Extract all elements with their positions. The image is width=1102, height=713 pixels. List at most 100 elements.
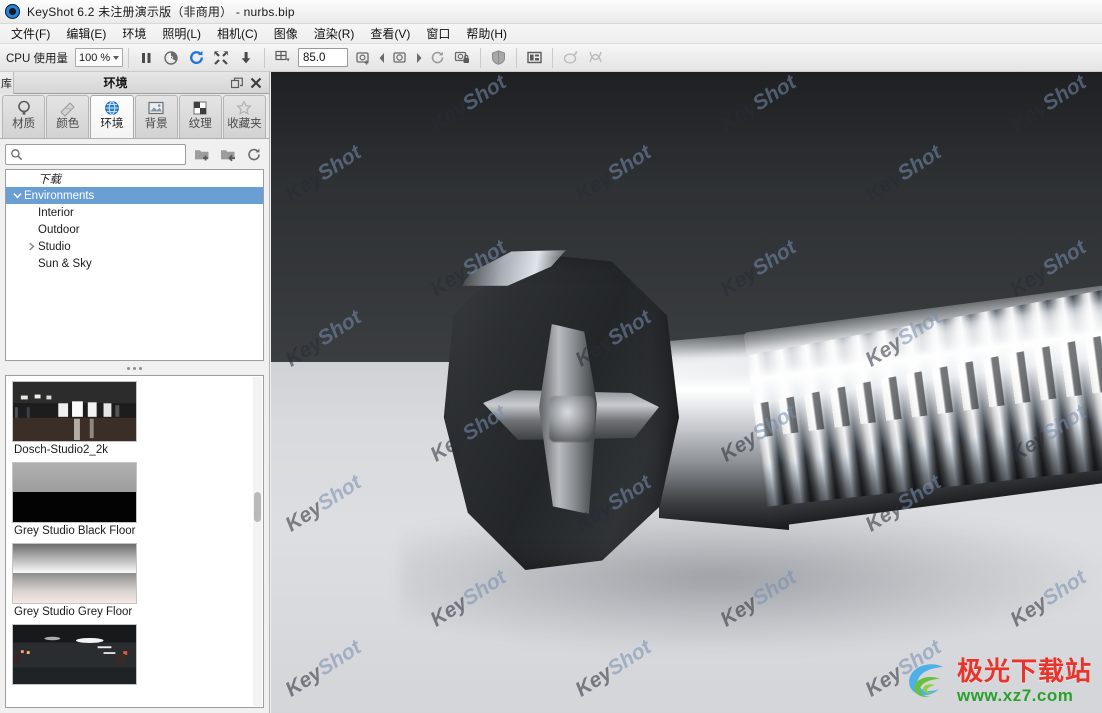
- title-bar: KeyShot 6.2 未注册演示版（非商用） - nurbs.bip: [0, 0, 1102, 24]
- phillips-recess: [483, 324, 659, 514]
- tree-item-studio[interactable]: Studio: [6, 238, 263, 255]
- image-icon: [148, 101, 164, 115]
- menu-file[interactable]: 文件(F): [3, 24, 58, 43]
- tab-background[interactable]: 背景: [134, 95, 178, 138]
- grid-icon[interactable]: [270, 46, 295, 70]
- tree-item-download[interactable]: 下载: [6, 170, 263, 187]
- camera-reset-icon[interactable]: [425, 46, 450, 70]
- tree-item-label: Sun & Sky: [38, 257, 92, 270]
- splitter-dot: [127, 366, 130, 370]
- tree-item-environments[interactable]: Environments: [6, 187, 263, 204]
- splitter-dot: [133, 366, 136, 370]
- library-search-row: [0, 139, 269, 169]
- menu-help[interactable]: 帮助(H): [458, 24, 515, 43]
- list-item[interactable]: Dosch-Studio2_2k: [12, 381, 263, 459]
- toolbar-separator: [551, 47, 553, 68]
- tree-item-sun-sky[interactable]: Sun & Sky: [6, 255, 263, 272]
- splitter-dot: [139, 366, 142, 370]
- tree-item-label: Environments: [24, 189, 95, 202]
- tab-background-label: 背景: [144, 118, 168, 130]
- color-swatch-icon: [60, 102, 75, 117]
- paint-icon[interactable]: [558, 46, 583, 70]
- library-tabs: 材质 颜色 环境 背景 纹理 收藏夹: [0, 94, 269, 139]
- list-item[interactable]: [12, 624, 263, 690]
- thumbnail-scrollbar[interactable]: [253, 377, 262, 706]
- toolbar-separator: [515, 47, 517, 68]
- toolbar-separator: [127, 47, 129, 68]
- scrollbar-thumb[interactable]: [254, 492, 261, 522]
- tab-color[interactable]: 颜色: [46, 95, 90, 138]
- window-title: KeyShot 6.2 未注册演示版（非商用） - nurbs.bip: [27, 5, 295, 19]
- import-icon[interactable]: [234, 46, 259, 70]
- menu-window[interactable]: 窗口: [418, 24, 458, 43]
- keyshot-window: KeyShot 6.2 未注册演示版（非商用） - nurbs.bip 文件(F…: [0, 0, 1102, 713]
- camera-current-icon[interactable]: [388, 46, 413, 70]
- toolbar-separator: [263, 47, 265, 68]
- menu-camera[interactable]: 相机(C): [209, 24, 266, 43]
- menu-image[interactable]: 图像: [266, 24, 306, 43]
- refresh-render-icon[interactable]: [184, 46, 209, 70]
- camera-lock-icon[interactable]: [450, 46, 475, 70]
- list-item-label: Grey Studio Black Floor: [14, 525, 136, 537]
- panel-splitter[interactable]: [0, 361, 269, 375]
- material-sphere-icon: [17, 100, 30, 115]
- cpu-usage-dropdown[interactable]: 100 %: [74, 48, 123, 67]
- globe-icon: [105, 101, 119, 115]
- site-watermark: 极光下载站 www.xz7.com: [902, 657, 1092, 705]
- camera-prev-icon[interactable]: [376, 46, 388, 70]
- tab-environment-label: 环境: [100, 118, 124, 130]
- refresh-library-icon[interactable]: [244, 144, 264, 164]
- camera-add-icon[interactable]: [351, 46, 376, 70]
- menu-render[interactable]: 渲染(R): [306, 24, 363, 43]
- tree-item-interior[interactable]: Interior: [6, 204, 263, 221]
- library-tree[interactable]: 下载 Environments Interior Outdoor Studio …: [5, 169, 264, 361]
- library-side-tab[interactable]: 库: [0, 72, 14, 94]
- checker-icon: [193, 101, 207, 115]
- pause-render-icon[interactable]: [134, 46, 159, 70]
- panel-layout-icon[interactable]: [522, 46, 547, 70]
- list-item-label: [12, 685, 263, 690]
- tree-item-label: Studio: [38, 240, 71, 253]
- tab-color-label: 颜色: [56, 118, 80, 130]
- undock-icon[interactable]: [231, 77, 244, 89]
- chevron-down-icon[interactable]: [10, 191, 24, 200]
- list-item-label: Grey Studio Grey Floor: [14, 606, 133, 618]
- svg-text:P: P: [169, 56, 174, 63]
- tab-material-label: 材质: [12, 118, 36, 130]
- add-folder-icon[interactable]: [192, 144, 212, 164]
- nurbs-icon[interactable]: [583, 46, 608, 70]
- search-input[interactable]: [26, 148, 185, 160]
- camera-distance-field[interactable]: 85.0: [297, 48, 348, 67]
- menu-edit[interactable]: 编辑(E): [58, 24, 114, 43]
- tab-favorites-label: 收藏夹: [227, 118, 262, 130]
- render-viewport[interactable]: KeyShot KeyShot KeyShot KeyShot KeyShot …: [271, 72, 1102, 713]
- tree-item-outdoor[interactable]: Outdoor: [6, 221, 263, 238]
- environment-thumbnail-list[interactable]: Dosch-Studio2_2k Grey Studio Black Floor: [5, 375, 264, 708]
- camera-next-icon[interactable]: [413, 46, 425, 70]
- thumbnail-image: [12, 543, 137, 604]
- search-box[interactable]: [5, 143, 186, 165]
- thumbnail-image: [12, 462, 137, 523]
- tree-item-label: Interior: [38, 206, 74, 219]
- menu-lighting[interactable]: 照明(L): [154, 24, 209, 43]
- tab-material[interactable]: 材质: [2, 95, 46, 138]
- search-icon: [11, 148, 23, 160]
- performance-mode-icon[interactable]: P: [159, 46, 184, 70]
- close-icon[interactable]: [250, 77, 262, 89]
- keyshot-logo-icon: [5, 4, 20, 19]
- import-folder-icon[interactable]: [218, 144, 238, 164]
- shield-icon[interactable]: [486, 46, 511, 70]
- tab-favorites[interactable]: 收藏夹: [222, 95, 267, 138]
- chevron-right-icon[interactable]: [24, 242, 38, 251]
- library-panel: 库 环境 材质 颜色 环境 背景 纹理 收藏夹 下载 Environments …: [0, 72, 270, 713]
- resize-icon[interactable]: [209, 46, 234, 70]
- cpu-usage-value: 100 %: [78, 51, 111, 64]
- list-item[interactable]: Grey Studio Black Floor: [12, 462, 263, 540]
- menu-environment[interactable]: 环境: [114, 24, 154, 43]
- star-icon: [236, 100, 253, 115]
- tab-texture[interactable]: 纹理: [178, 95, 222, 138]
- menu-view[interactable]: 查看(V): [362, 24, 418, 43]
- tab-environment[interactable]: 环境: [90, 95, 134, 138]
- menu-bar: 文件(F) 编辑(E) 环境 照明(L) 相机(C) 图像 渲染(R) 查看(V…: [0, 24, 1102, 44]
- list-item[interactable]: Grey Studio Grey Floor: [12, 543, 263, 621]
